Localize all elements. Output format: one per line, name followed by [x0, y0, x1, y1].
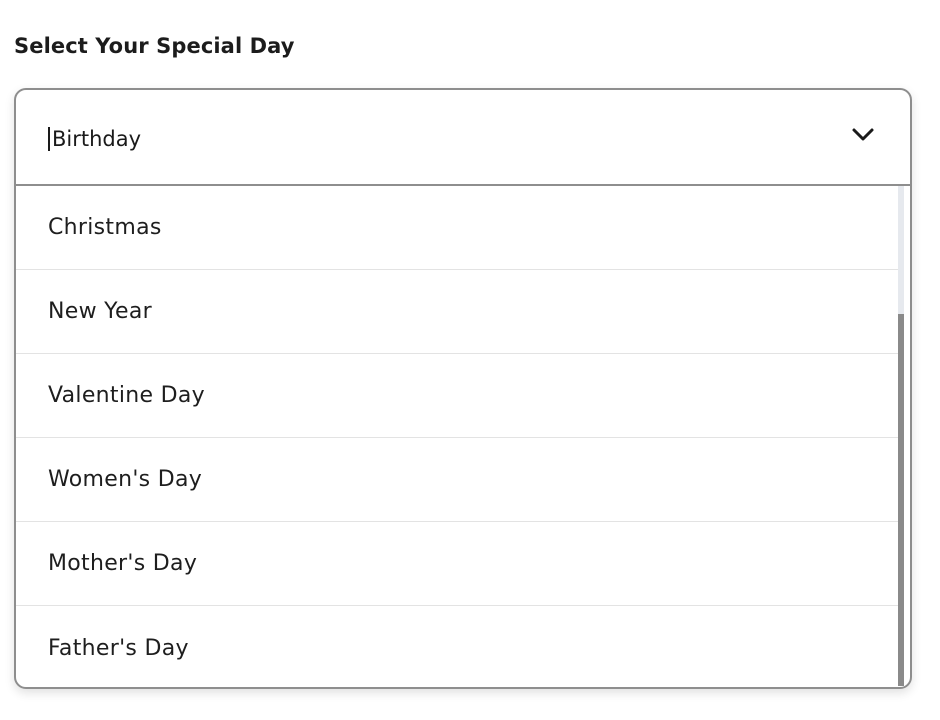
- field-label: Select Your Special Day: [14, 34, 295, 58]
- chevron-down-icon[interactable]: [848, 120, 878, 150]
- option-mothers-day[interactable]: Mother's Day: [16, 522, 900, 606]
- option-new-year[interactable]: New Year: [16, 270, 900, 354]
- options-listbox[interactable]: Christmas New Year Valentine Day Women's…: [16, 186, 900, 687]
- special-day-combobox[interactable]: Birthday Christmas New Year Valentine Da…: [14, 88, 912, 689]
- option-fathers-day[interactable]: Father's Day: [16, 606, 900, 687]
- combobox-value[interactable]: Birthday: [52, 126, 141, 152]
- option-valentine-day[interactable]: Valentine Day: [16, 354, 900, 438]
- text-caret: [48, 127, 50, 151]
- option-womens-day[interactable]: Women's Day: [16, 438, 900, 522]
- combobox-input[interactable]: Birthday: [16, 90, 910, 186]
- scrollbar-thumb[interactable]: [898, 314, 904, 686]
- option-christmas[interactable]: Christmas: [16, 186, 900, 270]
- listbox-scrollbar[interactable]: [898, 186, 904, 686]
